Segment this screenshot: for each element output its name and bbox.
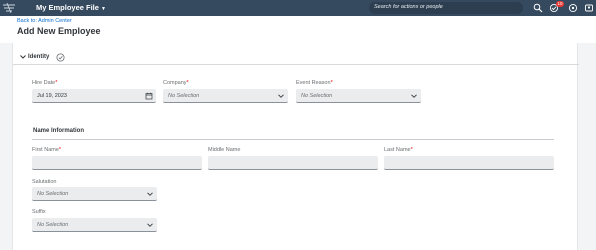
app-logo-icon[interactable] <box>2 2 16 14</box>
event-reason-select[interactable]: No Selection <box>296 89 421 103</box>
search-placeholder: Search for actions or people <box>374 4 443 10</box>
suffix-select[interactable]: No Selection <box>32 218 157 232</box>
caret-down-icon: ▼ <box>100 6 106 12</box>
hire-date-label: Hire Date* <box>32 80 58 86</box>
first-name-input[interactable] <box>32 156 202 170</box>
search-icon[interactable] <box>533 3 543 13</box>
salutation-select[interactable]: No Selection <box>32 187 157 201</box>
salutation-label: Salutation <box>32 179 57 185</box>
calendar-icon[interactable] <box>145 92 153 100</box>
company-label: Company* <box>163 80 189 86</box>
check-circle-icon <box>56 53 65 62</box>
app-title: My Employee File <box>36 3 99 12</box>
chevron-down-icon <box>411 94 417 98</box>
chevron-down-icon <box>147 192 153 196</box>
form-panel: Identity Hire Date* Jul 19, 2023 Company… <box>12 43 579 250</box>
app-title-menu[interactable]: My Employee File ▼ <box>36 3 106 12</box>
chevron-down-icon <box>278 94 284 98</box>
breadcrumb-back-link[interactable]: Back to: Admin Center <box>17 18 72 24</box>
first-name-label: First Name* <box>32 147 62 153</box>
help-icon[interactable] <box>568 3 578 13</box>
page-header: Back to: Admin Center Add New Employee <box>0 16 596 43</box>
identity-section-header[interactable]: Identity <box>13 51 579 65</box>
last-name-label: Last Name* <box>384 147 413 153</box>
notification-badge: 10 <box>556 1 564 7</box>
company-select[interactable]: No Selection <box>163 89 288 103</box>
middle-name-input[interactable] <box>208 156 378 170</box>
chevron-down-icon[interactable] <box>19 53 27 61</box>
search-field[interactable]: Search for actions or people <box>369 2 523 14</box>
section-title: Identity <box>28 54 50 60</box>
page-title: Add New Employee <box>17 26 101 36</box>
hire-date-value: Jul 19, 2023 <box>37 93 67 99</box>
name-information-title: Name Information <box>33 128 85 134</box>
shell-bar: My Employee File ▼ Search for actions or … <box>0 0 596 16</box>
company-value: No Selection <box>168 93 200 99</box>
last-name-input[interactable] <box>384 156 554 170</box>
hire-date-picker[interactable]: Jul 19, 2023 <box>32 89 156 103</box>
suffix-label: Suffix <box>32 209 46 215</box>
section-divider <box>32 139 554 140</box>
event-reason-value: No Selection <box>301 93 333 99</box>
event-reason-label: Event Reason* <box>296 80 333 86</box>
suffix-value: No Selection <box>37 222 69 228</box>
chevron-down-icon <box>147 223 153 227</box>
middle-name-label: Middle Name <box>208 147 241 153</box>
salutation-value: No Selection <box>37 191 69 197</box>
user-profile-icon[interactable] <box>584 3 594 13</box>
